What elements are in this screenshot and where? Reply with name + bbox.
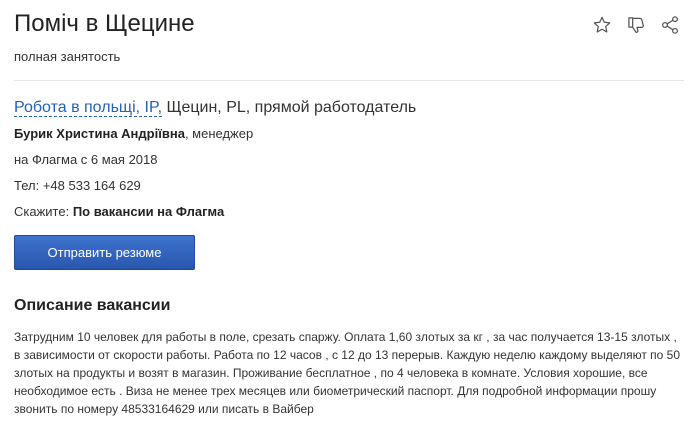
say-phrase: Скажите: По вакансии на Флагма (14, 203, 224, 221)
dislike-button[interactable] (626, 15, 646, 35)
star-icon (593, 16, 611, 33)
contact-role: , менеджер (184, 126, 254, 141)
share-button[interactable] (660, 15, 680, 35)
phone-number: Тел: +48 533 164 629 (14, 178, 141, 193)
send-resume-button[interactable]: Отправить резюме (14, 235, 195, 270)
header-divider (14, 80, 684, 81)
favorite-button[interactable] (592, 15, 612, 35)
say-value: По вакансии на Флагма (72, 204, 225, 219)
description-text: Затрудним 10 человек для работы в поле, … (14, 330, 681, 416)
say-label: Скажите: (14, 204, 73, 219)
share-icon (662, 16, 678, 34)
employment-type: полная занятость (14, 49, 121, 64)
vacancy-title: Поміч в Щецине (14, 10, 195, 37)
contact-name: Бурик Христина Андріївна (14, 126, 185, 141)
description-heading: Описание вакансии (14, 297, 171, 314)
company-details: Щецин, PL, прямой работодатель (162, 99, 417, 116)
contact-person: Бурик Христина Андріївна, менеджер (14, 125, 253, 143)
thumbs-down-icon (628, 17, 644, 33)
member-since: на Флагма с 6 мая 2018 (14, 152, 158, 167)
vacancy-page: Поміч в Щецине полная занятость Робота в… (14, 0, 684, 423)
vacancy-actions (592, 15, 680, 35)
company-link[interactable]: Робота в польщі, IP, (14, 99, 163, 117)
company-line: Робота в польщі, IP, Щецин, PL, прямой р… (14, 98, 416, 118)
